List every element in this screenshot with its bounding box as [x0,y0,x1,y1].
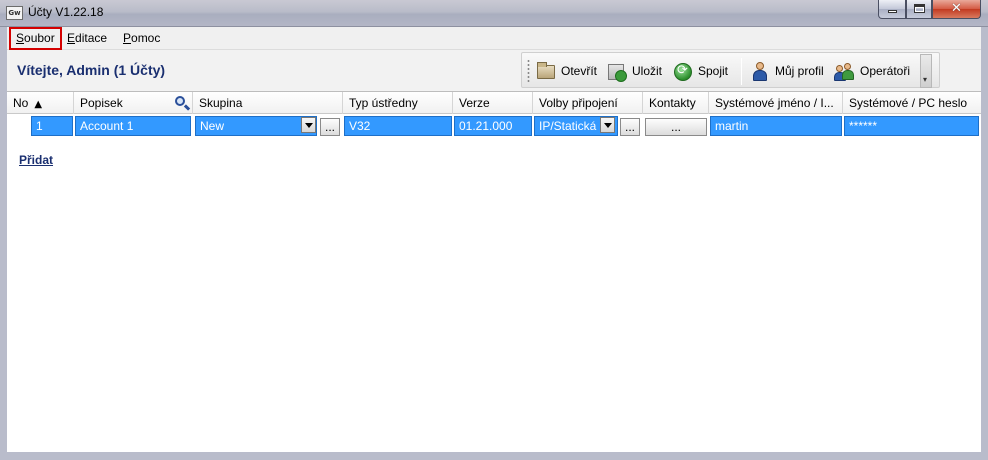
folder-icon [536,61,556,81]
menu-file-mnemonic: S [16,31,25,45]
column-header-contacts[interactable]: Kontakty [643,92,709,114]
sort-ascending-icon: ▲ [34,99,43,110]
open-label: Otevřít [561,64,598,78]
connect-label: Spojit [698,64,729,78]
open-button[interactable]: Otevřít [536,58,597,84]
menu-edit[interactable]: Editace [62,27,112,50]
column-header-label: Volby připojení [539,96,618,110]
search-icon[interactable] [174,95,191,111]
column-header-label: Systémové / PC heslo [849,96,968,110]
menu-edit-mnemonic: E [67,31,76,45]
column-header-connection[interactable]: Volby připojení [533,92,643,114]
menu-file-label: oubor [24,31,55,45]
grid-header: No ▲ Popisek Skupina Typ ústředny Verze V… [7,92,981,114]
toolbar-overflow-button[interactable]: ▾ [920,54,932,88]
cell-no[interactable]: 1 [31,116,73,136]
save-button[interactable]: Uložit [607,58,662,84]
column-header-password[interactable]: Systémové / PC heslo [843,92,981,114]
column-header-label: Kontakty [649,96,696,110]
toolbar-grip[interactable] [527,59,530,83]
cell-label-input[interactable]: Account 1 [75,116,191,136]
header-bar: Vítejte, Admin (1 Účty) Otevřít Uložit S… [7,50,981,91]
column-header-label: Skupina [199,96,243,110]
group-dropdown-arrow-icon[interactable] [301,117,316,133]
add-account-link[interactable]: Přidat [19,153,53,167]
cell-group-select[interactable]: New [195,116,317,136]
menu-file[interactable]: Soubor [9,27,62,50]
column-header-label: Systémové jméno / I... [715,96,834,110]
window-title: Účty V1.22.18 [28,5,104,19]
cell-password[interactable]: ****** [844,116,979,136]
menu-edit-label: ditace [75,31,108,45]
my-profile-label: Můj profil [775,64,824,78]
app-icon: Gw [6,6,23,20]
window-frame-left [0,27,7,460]
table-row[interactable]: 1 Account 1 New ... V32 01.21.000 IP/Sta… [7,115,981,137]
accounts-grid: No ▲ Popisek Skupina Typ ústředny Verze V… [7,91,981,452]
column-header-version[interactable]: Verze [453,92,533,114]
minimize-icon [888,10,897,13]
menu-bar: Soubor Editace Pomoc [7,27,981,50]
toolbar: Otevřít Uložit Spojit Můj profil Operáto… [521,52,940,88]
menu-help[interactable]: Pomoc [118,27,165,50]
column-header-panel-type[interactable]: Typ ústředny [343,92,453,114]
user-icon [750,61,770,81]
cell-panel-type[interactable]: V32 [344,116,452,136]
close-icon: ✕ [951,1,962,16]
column-header-label: Popisek [80,96,123,110]
minimize-button[interactable] [878,0,906,19]
maximize-icon [914,4,925,13]
column-header-no[interactable]: No ▲ [7,92,74,114]
connect-button[interactable]: Spojit [673,58,728,84]
menu-help-label: omoc [131,31,161,45]
cell-system-name[interactable]: martin [710,116,842,136]
connection-browse-button[interactable]: ... [620,118,640,136]
toolbar-separator [741,58,742,85]
column-header-label: No [13,96,29,110]
operators-button[interactable]: Operátoři [833,58,910,84]
window-frame-right [981,27,988,460]
welcome-text: Vítejte, Admin (1 Účty) [17,62,166,78]
column-header-label[interactable]: Popisek [74,92,193,114]
cell-version[interactable]: 01.21.000 [454,116,532,136]
connect-icon [673,61,693,81]
close-button[interactable]: ✕ [932,0,981,19]
column-header-system-name[interactable]: Systémové jméno / I... [709,92,843,114]
title-bar[interactable]: Gw Účty V1.22.18 ✕ [0,0,988,27]
save-icon [607,61,627,82]
connection-dropdown-arrow-icon[interactable] [600,117,615,133]
contacts-button[interactable]: ... [645,118,707,136]
accounts-window: Gw Účty V1.22.18 ✕ Soubor Editace Pomoc … [0,0,988,460]
group-browse-button[interactable]: ... [320,118,340,136]
menu-help-mnemonic: P [123,31,132,45]
maximize-button[interactable] [906,0,932,19]
save-label: Uložit [632,64,663,78]
chevron-down-icon: ▾ [923,75,928,84]
window-frame-bottom [0,452,988,460]
my-profile-button[interactable]: Můj profil [750,58,824,84]
operators-label: Operátoři [860,64,911,78]
users-icon [833,61,855,81]
column-header-group[interactable]: Skupina [193,92,343,114]
column-header-label: Verze [459,96,490,110]
column-header-label: Typ ústředny [349,96,418,110]
